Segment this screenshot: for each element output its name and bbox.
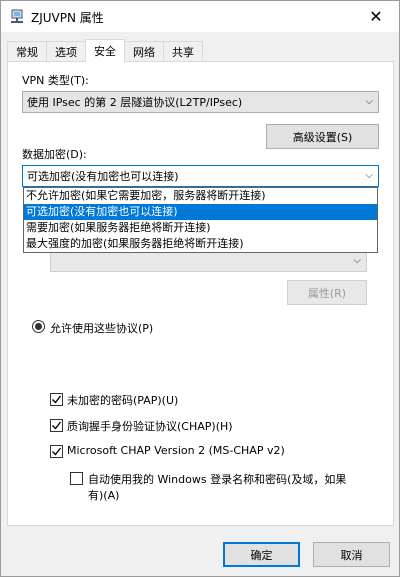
checkmark-icon (52, 421, 62, 430)
chap-checkbox[interactable] (50, 419, 63, 432)
window-title: ZJUVPN 属性 (31, 11, 104, 25)
ok-button[interactable]: 确定 (223, 542, 300, 567)
tab-sharing[interactable]: 共享 (163, 41, 203, 62)
chap-label: 质询握手身份验证协议(CHAP)(H) (67, 420, 233, 433)
tab-networking[interactable]: 网络 (124, 41, 164, 62)
vpn-type-select[interactable]: 使用 IPsec 的第 2 层隧道协议(L2TP/IPsec) ⌵ (22, 91, 379, 113)
checkmark-icon (52, 447, 62, 456)
mschapv2-checkbox[interactable] (50, 445, 63, 458)
close-icon: ✕ (369, 7, 383, 26)
allow-protocols-label: 允许使用这些协议(P) (50, 322, 154, 335)
checkmark-icon (52, 395, 62, 404)
auto-logon-label-line2: 有)(A) (88, 489, 120, 502)
tab-bar: 常规 选项 安全 网络 共享 (7, 39, 203, 62)
close-button[interactable]: ✕ (353, 1, 399, 32)
vpn-type-label: VPN 类型(T): (22, 74, 89, 87)
properties-dialog: ZJUVPN 属性 ✕ 常规 选项 安全 网络 共享 VPN 类型(T): 使用… (0, 0, 400, 577)
data-encryption-dropdown-list: 不允许加密(如果它需要加密，服务器将断开连接) 可选加密(没有加密也可以连接) … (23, 187, 378, 253)
encryption-option-maximum[interactable]: 最大强度的加密(如果服务器拒绝将断开连接) (24, 236, 377, 252)
properties-button: 属性(R) (287, 280, 367, 305)
chevron-down-icon: ⌵ (365, 96, 373, 107)
tab-options[interactable]: 选项 (46, 41, 86, 62)
data-encryption-label: 数据加密(D): (22, 148, 87, 161)
cancel-button[interactable]: 取消 (313, 542, 390, 567)
auto-logon-label-line1: 自动使用我的 Windows 登录名称和密码(及域，如果 (88, 473, 347, 486)
pap-label: 未加密的密码(PAP)(U) (67, 394, 179, 407)
tab-general[interactable]: 常规 (7, 41, 47, 62)
chevron-down-icon: ⌵ (353, 255, 361, 266)
network-connection-icon (9, 9, 25, 24)
auto-logon-checkbox[interactable] (70, 472, 83, 485)
encryption-option-require[interactable]: 需要加密(如果服务器拒绝将断开连接) (24, 220, 377, 236)
title-bar: ZJUVPN 属性 ✕ (1, 1, 399, 32)
data-encryption-select[interactable]: 可选加密(没有加密也可以连接) ⌵ (22, 165, 379, 187)
encryption-option-optional[interactable]: 可选加密(没有加密也可以连接) (24, 204, 377, 220)
vpn-type-value: 使用 IPsec 的第 2 层隧道协议(L2TP/IPsec) (27, 96, 243, 109)
allow-protocols-radio[interactable] (32, 320, 45, 333)
advanced-settings-button[interactable]: 高级设置(S) (266, 124, 379, 149)
data-encryption-value: 可选加密(没有加密也可以连接) (27, 170, 179, 183)
pap-checkbox[interactable] (50, 393, 63, 406)
radio-dot (35, 323, 42, 330)
mschapv2-label: Microsoft CHAP Version 2 (MS-CHAP v2) (67, 444, 285, 457)
encryption-option-no-encryption[interactable]: 不允许加密(如果它需要加密，服务器将断开连接) (24, 188, 377, 204)
tab-security[interactable]: 安全 (85, 39, 125, 62)
auth-method-select: ⌵ (50, 250, 367, 272)
security-tab-panel: VPN 类型(T): 使用 IPsec 的第 2 层隧道协议(L2TP/IPse… (7, 61, 394, 526)
chevron-down-icon: ⌵ (365, 170, 373, 181)
